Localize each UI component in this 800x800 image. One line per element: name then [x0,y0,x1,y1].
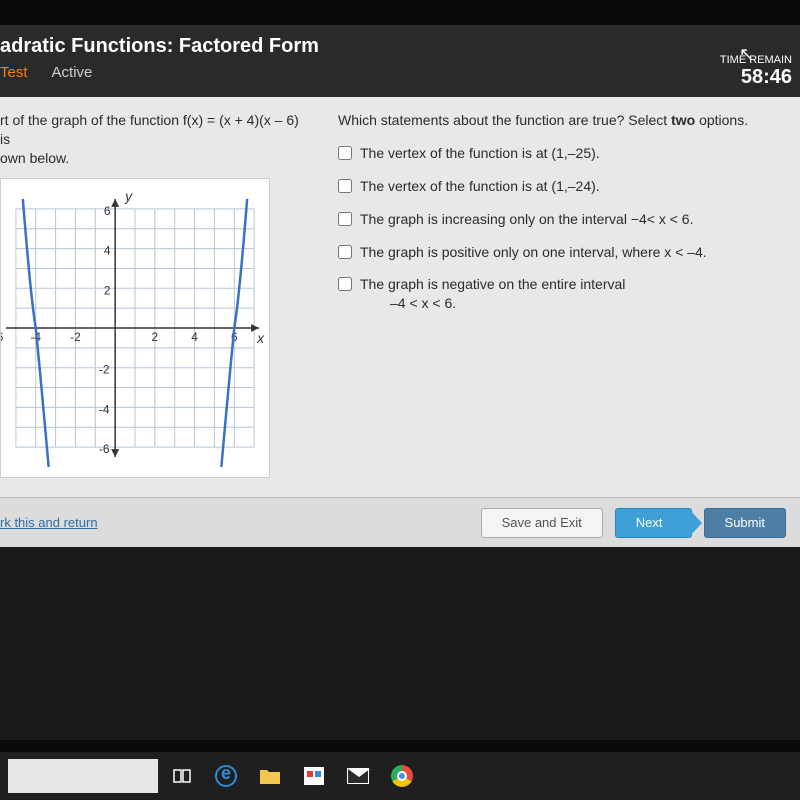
svg-text:-6: -6 [99,442,110,456]
svg-text:-4: -4 [99,402,110,416]
option-4-checkbox[interactable] [338,245,352,259]
file-explorer-icon[interactable] [250,756,290,796]
submit-button[interactable]: Submit [704,508,786,538]
answer-column: Which statements about the function are … [320,111,790,539]
option-3-label: The graph is increasing only on the inte… [360,210,693,229]
option-5[interactable]: The graph is negative on the entire inte… [338,275,790,313]
question-graph-column: rt of the graph of the function f(x) = (… [0,111,320,539]
content-area: rt of the graph of the function f(x) = (… [0,97,800,547]
app-screen: adratic Functions: Factored Form Test Ac… [0,25,800,740]
mark-return-link[interactable]: rk this and return [0,515,98,530]
svg-text:2: 2 [152,330,159,344]
lesson-title: adratic Functions: Factored Form [0,35,800,58]
svg-text:2: 2 [104,283,111,297]
microsoft-store-icon[interactable] [294,756,334,796]
option-2[interactable]: The vertex of the function is at (1,–24)… [338,177,790,196]
tab-active[interactable]: Active [52,64,93,81]
graph-svg: y x -6 -4 -2 2 4 6 6 4 2 -2 -4 -6 [1,179,269,477]
option-5-label: The graph is negative on the entire inte… [360,275,625,313]
svg-text:x: x [256,330,265,346]
next-arrow-icon [688,508,702,538]
function-graph: y x -6 -4 -2 2 4 6 6 4 2 -2 -4 -6 [0,178,270,478]
option-4[interactable]: The graph is positive only on one interv… [338,243,790,262]
chrome-browser-icon[interactable] [382,756,422,796]
timer-label: TIME REMAIN [720,54,792,66]
option-2-checkbox[interactable] [338,179,352,193]
next-button-wrap[interactable]: Next [603,508,692,538]
option-1-checkbox[interactable] [338,146,352,160]
bottom-bar: rk this and return Save and Exit Next Su… [0,497,800,547]
windows-taskbar[interactable] [0,752,800,800]
save-exit-button[interactable]: Save and Exit [481,508,603,538]
option-3-checkbox[interactable] [338,212,352,226]
svg-text:-2: -2 [70,330,81,344]
option-5-checkbox[interactable] [338,277,352,291]
option-1-label: The vertex of the function is at (1,–25)… [360,144,600,163]
timer-value: 58:46 [720,66,792,89]
graph-prompt: rt of the graph of the function f(x) = (… [0,111,308,168]
option-1[interactable]: The vertex of the function is at (1,–25)… [338,144,790,163]
taskbar-search[interactable] [8,759,158,793]
header: adratic Functions: Factored Form Test Ac… [0,25,800,97]
edge-browser-icon[interactable] [206,756,246,796]
svg-text:4: 4 [191,330,198,344]
option-2-label: The vertex of the function is at (1,–24)… [360,177,600,196]
svg-text:-6: -6 [1,330,4,344]
task-view-icon[interactable] [162,756,202,796]
option-3[interactable]: The graph is increasing only on the inte… [338,210,790,229]
options-list: The vertex of the function is at (1,–25)… [338,144,790,313]
svg-text:y: y [124,188,133,204]
option-4-label: The graph is positive only on one interv… [360,243,707,262]
tabs-row: Test Active ↖ TIME REMAIN 58:46 [0,58,800,89]
question-text: Which statements about the function are … [338,111,790,130]
tab-pretest[interactable]: Test [0,64,28,81]
next-button[interactable]: Next [615,508,692,538]
mail-icon[interactable] [338,756,378,796]
svg-text:6: 6 [104,204,111,218]
svg-text:-2: -2 [99,362,110,376]
svg-text:4: 4 [104,243,111,257]
timer: TIME REMAIN 58:46 [720,54,792,89]
